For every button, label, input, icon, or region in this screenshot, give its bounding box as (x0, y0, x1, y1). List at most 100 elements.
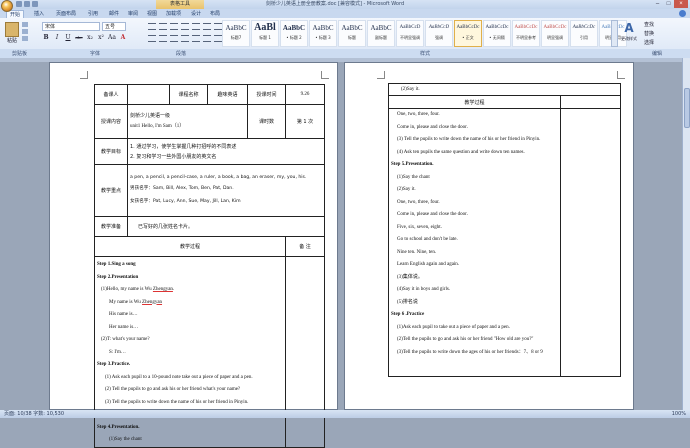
decrease-indent-icon[interactable] (181, 23, 189, 30)
find-button[interactable]: 查找 (644, 21, 654, 30)
cell-goals-label[interactable]: 教学目标 (94, 138, 128, 165)
cell-prep-value[interactable]: 已写好的几张姓名卡片。 (127, 216, 325, 237)
cell-process-header[interactable]: 教学过程 (94, 236, 286, 257)
cell-notes-body[interactable] (560, 108, 621, 377)
style-item[interactable]: AaBbCcDc 引用 (570, 20, 598, 47)
superscript-button[interactable]: x² (97, 34, 105, 42)
borders-icon[interactable] (214, 35, 222, 42)
style-item[interactable]: AaBbCcD 强调 (425, 20, 453, 47)
justify-icon[interactable] (181, 35, 189, 42)
cell-prep-label[interactable]: 教学准备 (94, 216, 128, 237)
change-case-button[interactable]: Aa (108, 34, 116, 42)
style-item[interactable]: AaBbC 标题7 (222, 20, 250, 47)
style-name: 副标题 (375, 35, 387, 40)
group-label-editing: 编辑 (652, 51, 663, 57)
subscript-button[interactable]: x₂ (86, 34, 94, 42)
style-item[interactable]: AaBbCcDc 明显强调 (541, 20, 569, 47)
tab-layout[interactable]: 布局 (207, 10, 223, 18)
style-sample: AaBbCcD (428, 25, 450, 30)
tab-view[interactable]: 视图 (144, 10, 160, 18)
paste-button[interactable]: 粘贴 (4, 22, 20, 44)
tab-addins[interactable]: 加载项 (163, 10, 184, 18)
align-right-icon[interactable] (170, 35, 178, 42)
tab-references[interactable]: 引用 (85, 10, 101, 18)
style-item[interactable]: AaBbC 标题 (338, 20, 366, 47)
goal-line: 1. 通过学习，使学生掌握几种打招呼的不同表述 (130, 143, 237, 150)
font-name-select[interactable]: 宋体 (42, 22, 100, 31)
change-styles-button[interactable]: A 更改样式 (620, 20, 638, 47)
unit-title: unit1 Hello, I'm Sam（1） (130, 123, 185, 129)
cell-hours-label[interactable]: 课时数 (247, 104, 286, 139)
underline-button[interactable]: U (64, 34, 72, 42)
select-button[interactable]: 选择 (644, 39, 654, 48)
cell-focus-value[interactable]: a pen, a pencil, a pencil-case, a ruler,… (127, 164, 325, 217)
show-marks-icon[interactable] (214, 23, 222, 30)
font-size-select[interactable]: 五号 (102, 22, 126, 31)
maximize-button[interactable]: □ (663, 0, 674, 8)
tab-mailings[interactable]: 邮件 (106, 10, 122, 18)
style-item[interactable]: AaBl 标题 1 (251, 20, 279, 47)
zoom-level[interactable]: 100% (672, 410, 686, 418)
cell-content-value[interactable]: 剑桥少儿英语一级 unit1 Hello, I'm Sam（1） (127, 104, 248, 139)
cell-notes-body[interactable] (285, 256, 325, 448)
copy-icon[interactable] (22, 29, 28, 34)
style-name: • 无间隔 (489, 35, 505, 40)
cut-icon[interactable] (22, 22, 28, 27)
cell-time-label[interactable]: 授课时间 (247, 84, 286, 105)
cell-focus-label[interactable]: 教学重点 (94, 164, 128, 217)
cell-content-label[interactable]: 授课内容 (94, 104, 128, 139)
undo-icon[interactable] (24, 1, 30, 7)
scrollbar-thumb[interactable] (684, 88, 690, 128)
cell-notes-header[interactable] (560, 95, 621, 109)
align-left-icon[interactable] (148, 35, 156, 42)
increase-indent-icon[interactable] (192, 23, 200, 30)
style-item[interactable]: AaBbC • 标题 2 (280, 20, 308, 47)
help-icon[interactable] (679, 10, 686, 17)
bold-button[interactable]: B (42, 34, 50, 42)
style-item[interactable]: AaBbCcDc • 无间隔 (483, 20, 511, 47)
process-line: Step 6 .Practice (391, 312, 425, 317)
vertical-scrollbar[interactable] (682, 58, 690, 410)
cell-teacher-label[interactable]: 备课人 (94, 84, 128, 105)
tab-page-layout[interactable]: 页面布局 (53, 10, 79, 18)
redo-icon[interactable] (32, 1, 38, 7)
italic-button[interactable]: I (53, 34, 61, 42)
style-sample: AaBbC (341, 24, 363, 32)
strikethrough-button[interactable]: abe (75, 34, 83, 42)
style-item[interactable]: AaBbC 副标题 (367, 20, 395, 47)
replace-button[interactable]: 替换 (644, 30, 654, 39)
tab-insert[interactable]: 插入 (31, 10, 47, 18)
office-button[interactable] (1, 0, 13, 12)
cell-process-body[interactable]: Step 1.Sing a song Step 2.Presentation (… (94, 256, 286, 448)
font-color-button[interactable]: A (119, 34, 127, 42)
style-item[interactable]: AaBbC • 标题 3 (309, 20, 337, 47)
shading-icon[interactable] (203, 35, 211, 42)
styles-gallery-scroll[interactable] (611, 20, 618, 47)
tab-review[interactable]: 审阅 (125, 10, 141, 18)
align-center-icon[interactable] (159, 35, 167, 42)
save-icon[interactable] (16, 1, 22, 7)
tab-design[interactable]: 设计 (188, 10, 204, 18)
format-painter-icon[interactable] (22, 36, 28, 41)
bullets-icon[interactable] (148, 23, 156, 30)
cell-notes-header[interactable]: 备 注 (285, 236, 325, 257)
style-item[interactable]: AaBbCcD 不明显强调 (396, 20, 424, 47)
cell-course-value[interactable]: 趣味英语 (207, 84, 248, 105)
cell-date-value[interactable]: 9.26 (285, 84, 325, 105)
cell-course-label[interactable]: 课程名称 (169, 84, 208, 105)
line-spacing-icon[interactable] (192, 35, 200, 42)
cell-top-line[interactable]: (2)Say it. (388, 83, 621, 96)
cell-teacher-value[interactable] (127, 84, 170, 105)
style-item-selected[interactable]: AaBbCcDc • 正文 (454, 20, 482, 47)
cell-hours-value[interactable]: 第 1 次 (285, 104, 325, 139)
document-page-2: (2)Say it. 教学过程 One, two, three, four. C… (344, 62, 634, 410)
numbering-icon[interactable] (159, 23, 167, 30)
cell-goals-value[interactable]: 1. 通过学习，使学生掌握几种打招呼的不同表述 2. 复习和学习一些外国小朋友的… (127, 138, 325, 165)
style-item[interactable]: AaBbCcDc 不明显参考 (512, 20, 540, 47)
close-button[interactable]: × (674, 0, 688, 8)
sort-icon[interactable] (203, 23, 211, 30)
minimize-button[interactable]: – (652, 0, 663, 8)
cell-process-body[interactable]: One, two, three, four. Come in, please a… (388, 108, 561, 377)
multilevel-list-icon[interactable] (170, 23, 178, 30)
cell-process-header[interactable]: 教学过程 (388, 95, 561, 109)
